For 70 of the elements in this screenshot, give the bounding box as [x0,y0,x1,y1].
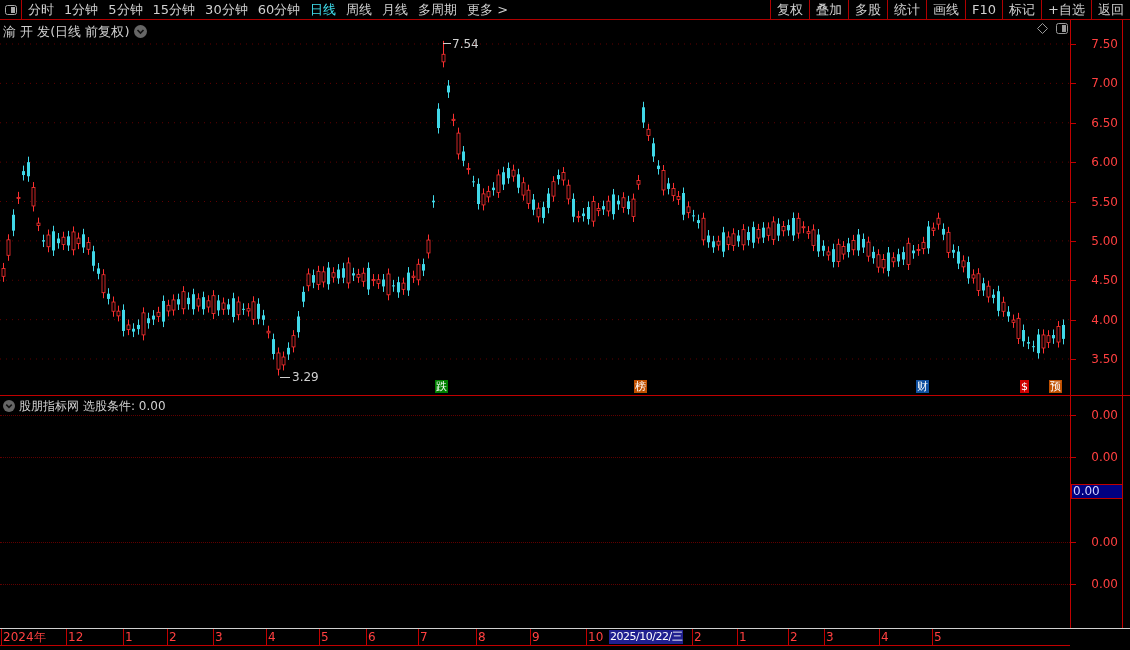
price-axis-label: 4.50 [1091,274,1118,287]
date-axis-label: 4 [268,630,276,644]
event-marker[interactable]: 预 [1049,380,1062,393]
event-marker[interactable]: 财 [916,380,929,393]
price-axis-label: 3.50 [1091,353,1118,365]
date-axis-label: 7 [420,630,428,644]
dropdown-icon[interactable] [3,400,15,412]
price-axis-label: 6.50 [1091,116,1118,129]
period-tab[interactable]: 多周期 [418,0,458,20]
cursor-date-label: 2025/10/22/三 [609,630,684,644]
indicator-axis-label: 0.00 [1091,578,1118,590]
period-tab[interactable]: 日线 [310,0,337,20]
diamond-icon[interactable] [1037,23,1048,34]
chart-title: 渝 开 发(日线 前复权) [3,23,130,41]
date-axis-label: 1 [125,630,133,644]
toolbar-button[interactable]: +自选 [1041,0,1091,19]
toolbar-button[interactable]: F10 [965,0,1003,19]
price-axis-label: 5.50 [1091,195,1118,208]
period-tab[interactable]: 1分钟 [64,0,99,20]
toolbar-button[interactable]: 多股 [848,0,888,19]
date-axis-label: 2 [790,630,798,644]
period-tab[interactable]: 月线 [382,0,409,20]
event-marker[interactable]: $ [1020,380,1029,393]
price-axis-label: 7.50 [1091,38,1118,50]
toolbar-button[interactable]: 叠加 [809,0,849,19]
price-axis-label: 5.00 [1091,234,1118,247]
toolbar-button[interactable]: 复权 [770,0,810,19]
date-axis-label: 6 [368,630,376,644]
event-marker[interactable]: 榜 [634,380,647,393]
toolbar-button[interactable]: 画线 [926,0,966,19]
price-axis-label: 4.00 [1091,313,1118,326]
period-tab[interactable]: 分时 [28,0,54,20]
toolbar-button[interactable]: 标记 [1002,0,1042,19]
panel-toggle-icon[interactable] [4,4,17,15]
indicator-axis-label: 0.00 [1091,409,1118,421]
toolbar-button[interactable]: 统计 [887,0,927,19]
date-axis-label: 2 [694,630,702,644]
date-axis-label: 3 [215,630,223,644]
period-tab[interactable]: 周线 [346,0,373,20]
date-axis-label: 5 [321,630,329,644]
date-axis-label: 3 [826,630,834,644]
event-marker[interactable]: 跌 [435,380,448,393]
cursor-value-label: 0.00 [1071,484,1123,499]
date-axis-label: 2024年 [3,630,46,644]
date-axis-label: 1 [739,630,747,644]
price-axis-label: 7.00 [1091,77,1118,90]
indicator-axis-label: 0.00 [1091,536,1118,548]
period-tab[interactable]: 15分钟 [152,0,196,20]
indicator-axis-label: 0.00 [1091,451,1118,463]
price-axis-label: 6.00 [1091,156,1118,169]
indicator-name: 股朋指标网 [19,398,79,415]
indicator-value: 选股条件: 0.00 [83,398,166,415]
period-tab[interactable]: 60分钟 [257,0,301,20]
period-tab[interactable]: 更多 > [467,0,509,20]
date-axis-label: 12 [68,630,84,644]
leader-line [443,42,451,44]
date-axis-label: 5 [934,630,942,644]
date-axis-label: 9 [532,630,540,644]
date-axis-label: 4 [881,630,889,644]
toolbar-button[interactable]: 返回 [1091,0,1130,19]
date-axis-label: 2 [169,630,177,644]
period-tab[interactable]: 30分钟 [205,0,248,20]
date-axis-label: 8 [478,630,486,644]
date-axis-label: 10 [588,630,604,644]
period-tab[interactable]: 5分钟 [108,0,143,20]
leader-line [280,376,290,378]
dropdown-icon[interactable] [133,25,147,39]
high-price-label: 7.54 [452,37,479,50]
panel-toggle-icon[interactable] [1056,23,1068,34]
low-price-label: 3.29 [292,370,319,383]
